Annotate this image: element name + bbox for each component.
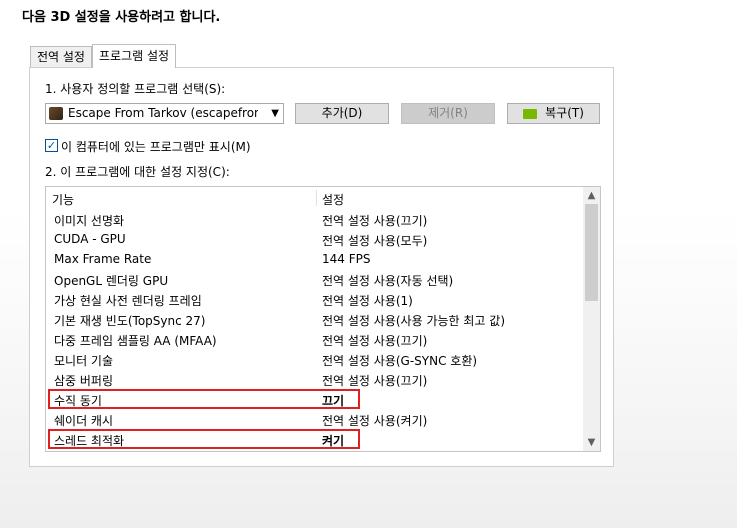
program-select[interactable]: Escape From Tarkov (escapefromta... ▼ (45, 103, 284, 124)
scroll-up-icon[interactable]: ▲ (583, 187, 600, 204)
program-select-value: Escape From Tarkov (escapefromta... (68, 106, 258, 120)
feature-cell: 기본 재생 빈도(TopSync 27) (54, 314, 206, 328)
setting-cell[interactable]: 전역 설정 사용(1) (322, 292, 413, 309)
program-settings-panel: 1. 사용자 정의할 프로그램 선택(S): Escape From Tarko… (29, 67, 614, 467)
scrollbar-thumb[interactable] (585, 204, 598, 301)
setting-cell[interactable]: 144 FPS (322, 252, 370, 266)
feature-cell: CUDA - GPU (54, 232, 126, 246)
table-row[interactable]: 기본 재생 빈도(TopSync 27) 전역 설정 사용(사용 가능한 최고 값… (46, 309, 583, 329)
tab-program-settings[interactable]: 프로그램 설정 (92, 44, 177, 68)
scroll-down-icon[interactable]: ▼ (583, 434, 600, 451)
table-row[interactable]: 쉐이더 캐시 전역 설정 사용(켜기) (46, 409, 583, 429)
setting-cell[interactable]: 전역 설정 사용(자동 선택) (322, 272, 453, 289)
tab-global-settings[interactable]: 전역 설정 (30, 46, 92, 67)
table-row[interactable]: 이미지 선명화 전역 설정 사용(끄기) (46, 209, 583, 229)
highlight-box-vsync (48, 389, 360, 409)
feature-cell: 모니터 기술 (54, 354, 114, 368)
section2-label: 2. 이 프로그램에 대한 설정 지정(C): (45, 165, 230, 179)
feature-cell: 이미지 선명화 (54, 214, 125, 228)
nvidia-icon (523, 108, 538, 119)
setting-cell[interactable]: 전역 설정 사용(모두) (322, 232, 427, 249)
add-button[interactable]: 추가(D) (295, 103, 389, 124)
feature-cell: 쉐이더 캐시 (54, 414, 114, 428)
checkmark-icon: ✓ (46, 139, 57, 152)
feature-cell: 가상 현실 사전 렌더링 프레임 (54, 294, 202, 308)
feature-cell: Max Frame Rate (54, 252, 152, 266)
setting-cell[interactable]: 전역 설정 사용(끄기) (322, 212, 427, 229)
section1-label: 1. 사용자 정의할 프로그램 선택(S): (45, 82, 226, 96)
table-row[interactable]: OpenGL 렌더링 GPU 전역 설정 사용(자동 선택) (46, 269, 583, 289)
chevron-down-icon[interactable]: ▼ (271, 104, 279, 123)
table-row[interactable]: 모니터 기술 전역 설정 사용(G-SYNC 호환) (46, 349, 583, 369)
table-row[interactable]: 가상 현실 사전 렌더링 프레임 전역 설정 사용(1) (46, 289, 583, 309)
restore-button-label: 복구(T) (545, 106, 584, 120)
table-header: 기능 설정 (46, 187, 583, 209)
settings-table: 기능 설정 이미지 선명화 전역 설정 사용(끄기) CUDA - GPU 전역 설… (45, 186, 601, 452)
setting-cell[interactable]: 전역 설정 사용(끄기) (322, 372, 427, 389)
vertical-scrollbar[interactable]: ▲ ▼ (583, 187, 600, 451)
table-row[interactable]: CUDA - GPU 전역 설정 사용(모두) (46, 229, 583, 249)
show-only-checkbox-label[interactable]: 이 컴퓨터에 있는 프로그램만 표시(M) (61, 138, 251, 155)
highlight-box-threaded-optimization (48, 429, 360, 449)
feature-cell: 삼중 버퍼링 (54, 374, 114, 388)
table-row[interactable]: Max Frame Rate 144 FPS (46, 249, 583, 269)
setting-cell[interactable]: 전역 설정 사용(끄기) (322, 332, 427, 349)
app-icon (49, 107, 63, 120)
column-header-feature[interactable]: 기능 (52, 191, 74, 208)
show-only-checkbox[interactable]: ✓ (45, 139, 58, 152)
restore-button[interactable]: 복구(T) (507, 103, 600, 124)
setting-cell[interactable]: 전역 설정 사용(사용 가능한 최고 값) (322, 312, 505, 329)
column-divider (316, 190, 317, 206)
table-row[interactable]: 삼중 버퍼링 전역 설정 사용(끄기) (46, 369, 583, 389)
table-row[interactable]: 다중 프레임 샘플링 AA (MFAA) 전역 설정 사용(끄기) (46, 329, 583, 349)
page-heading: 다음 3D 설정을 사용하려고 합니다. (22, 10, 221, 25)
feature-cell: OpenGL 렌더링 GPU (54, 274, 169, 288)
setting-cell[interactable]: 전역 설정 사용(켜기) (322, 412, 427, 429)
column-header-setting[interactable]: 설정 (322, 191, 344, 208)
setting-cell[interactable]: 전역 설정 사용(G-SYNC 호환) (322, 352, 477, 369)
feature-cell: 다중 프레임 샘플링 AA (MFAA) (54, 334, 217, 348)
remove-button[interactable]: 제거(R) (401, 103, 495, 124)
